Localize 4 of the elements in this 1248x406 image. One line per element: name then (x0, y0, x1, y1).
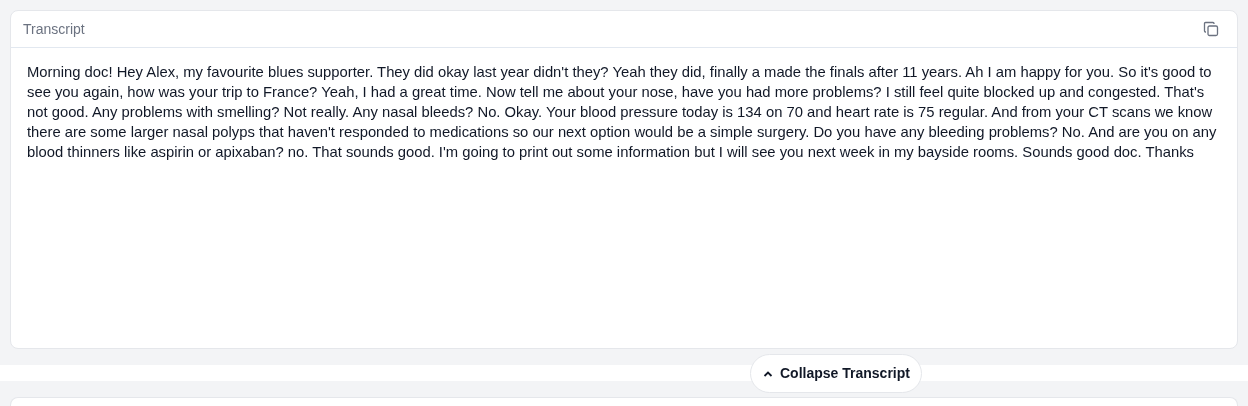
copy-icon[interactable] (1203, 21, 1219, 37)
card-title: Transcript (23, 19, 85, 39)
collapse-transcript-button[interactable]: Collapse Transcript (750, 354, 922, 393)
transcript-text: Morning doc! Hey Alex, my favourite blues supporter. They did okay last year didn't they? Yeah they did, finally a made the finals after 11 years. Ah I am happy for you. So it's good to see you again, how was your trip to France? Yeah, I had a great time. Now tell me about your nose, have you had more problems? I still feel quite blocked up and congested. That's not good. Any problems with smelling? Not really. Any nasal bleeds? No. Okay. Your blood pressure today is 134 on 70 and heart rate is 75 regular. And from your CT scans we know there are some larger nasal polyps that haven't responded to medications so our next option would be a simple surgery. Do you have any bleeding problems? No. And are you on any blood thinners like aspirin or apixaban? no. That sounds good. I'm going to print out some information but I will see you next week in my bayside rooms. Sounds good doc. Thanks (26, 63, 1218, 162)
